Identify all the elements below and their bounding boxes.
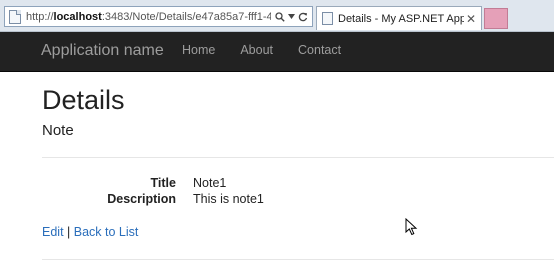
divider-top bbox=[42, 157, 554, 158]
url-text[interactable]: http://localhost:3483/Note/Details/e47a8… bbox=[26, 11, 271, 23]
address-bar[interactable]: http://localhost:3483/Note/Details/e47a8… bbox=[4, 6, 313, 27]
nav-about[interactable]: About bbox=[240, 43, 273, 57]
close-icon[interactable]: ✕ bbox=[464, 12, 478, 26]
navbar: Application name Home About Contact bbox=[0, 32, 554, 72]
action-links: Edit | Back to List bbox=[42, 225, 138, 239]
url-host: localhost bbox=[53, 10, 102, 23]
page-title: Details bbox=[42, 85, 125, 115]
page-icon bbox=[9, 9, 21, 24]
divider-bottom bbox=[42, 259, 554, 260]
main-content: Details Note bbox=[42, 82, 554, 139]
browser-toolbar: http://localhost:3483/Note/Details/e47a8… bbox=[0, 0, 554, 32]
detail-value-description: This is note1 bbox=[193, 192, 264, 206]
detail-row-description: Description This is note1 bbox=[0, 192, 554, 208]
nav-links: Home About Contact bbox=[182, 43, 366, 57]
link-separator: | bbox=[63, 225, 74, 239]
detail-label-title: Title bbox=[150, 176, 176, 190]
details-list: Title Note1 Description This is note1 bbox=[0, 176, 554, 208]
nav-home[interactable]: Home bbox=[182, 43, 215, 57]
new-tab-button[interactable] bbox=[484, 8, 508, 29]
refresh-icon[interactable] bbox=[298, 12, 308, 22]
browser-tab-active[interactable]: Details - My ASP.NET Appli... ✕ bbox=[316, 6, 482, 30]
tab-title: Details - My ASP.NET Appli... bbox=[338, 12, 464, 25]
chevron-down-icon[interactable] bbox=[288, 14, 295, 19]
mouse-cursor-icon bbox=[405, 218, 418, 236]
brand-link[interactable]: Application name bbox=[41, 42, 164, 60]
address-tools bbox=[271, 11, 312, 22]
back-to-list-link[interactable]: Back to List bbox=[74, 225, 139, 239]
edit-link[interactable]: Edit bbox=[42, 225, 64, 239]
page-icon bbox=[322, 12, 333, 25]
page-subtitle: Note bbox=[42, 122, 74, 139]
search-icon[interactable] bbox=[275, 11, 285, 22]
nav-contact[interactable]: Contact bbox=[298, 43, 341, 57]
url-prefix: http:// bbox=[26, 10, 54, 23]
detail-value-title: Note1 bbox=[193, 176, 227, 190]
detail-label-description: Description bbox=[107, 192, 176, 206]
url-path: :3483/Note/Details/e47a85a7-fff1-497c bbox=[101, 10, 271, 23]
detail-row-title: Title Note1 bbox=[0, 176, 554, 192]
